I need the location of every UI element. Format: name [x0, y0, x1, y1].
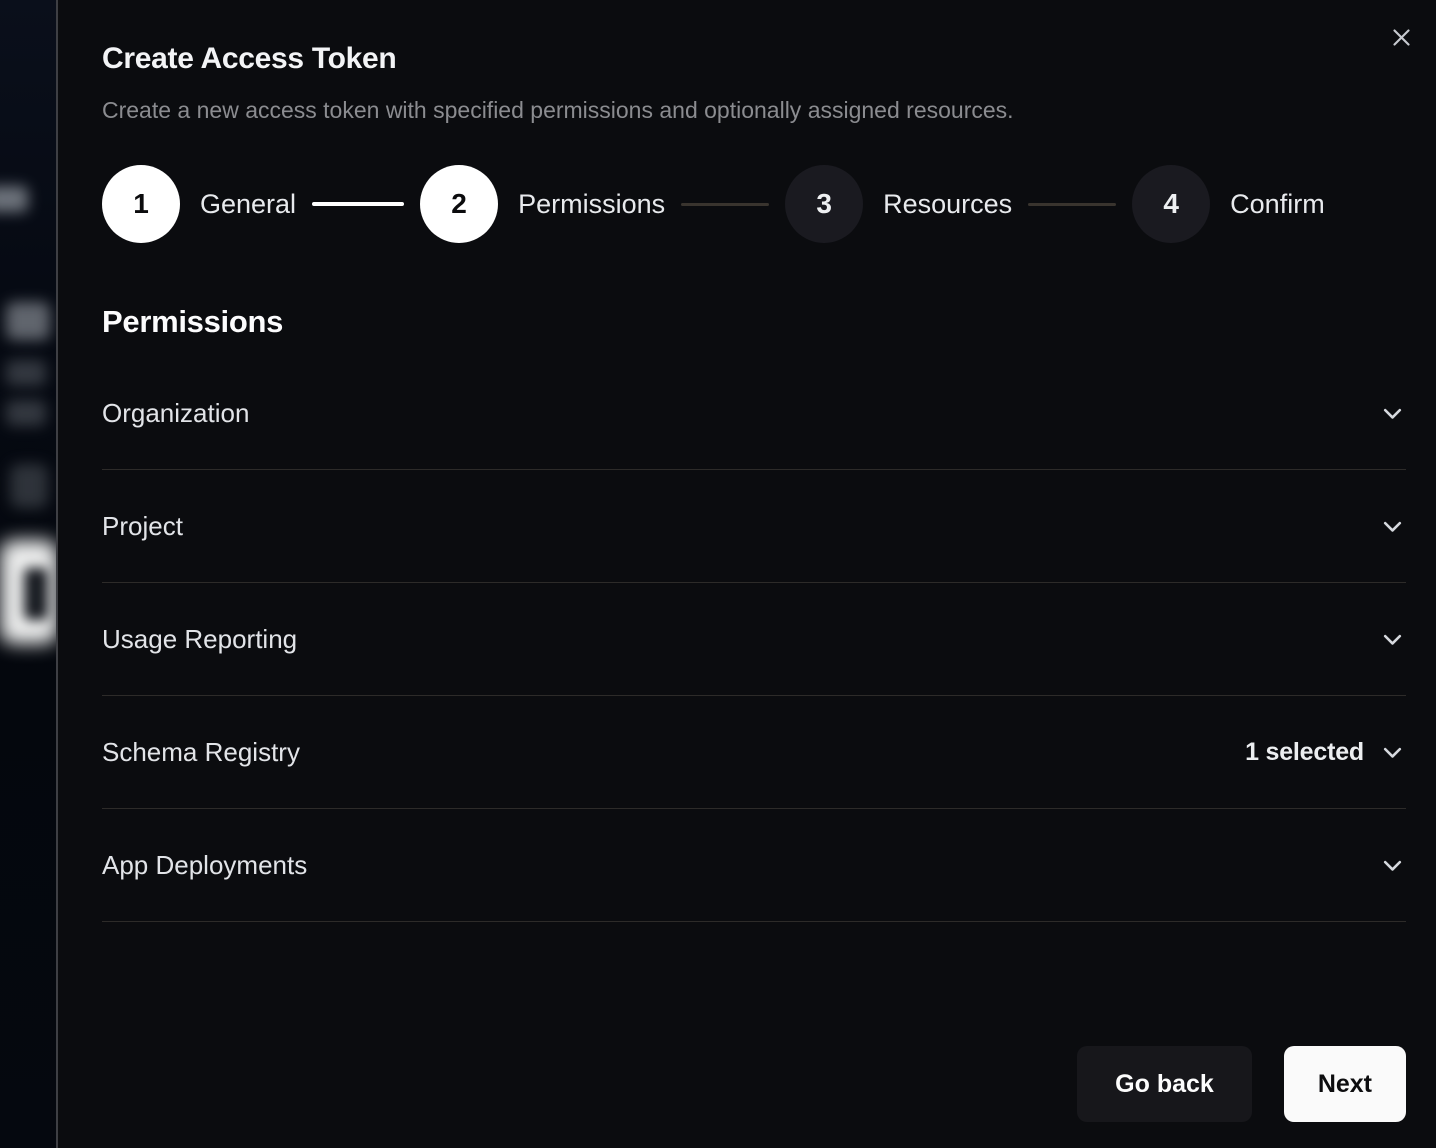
chevron-down-icon — [1379, 739, 1406, 766]
step-number-indicator: 1 — [102, 165, 180, 243]
accordion-row-schema-registry[interactable]: Schema Registry 1 selected — [102, 696, 1406, 809]
blurred-background-card-glyph — [24, 568, 48, 620]
dialog-title: Create Access Token — [102, 42, 1406, 76]
selected-count-badge: 1 selected — [1245, 738, 1364, 767]
chevron-down-icon — [1379, 852, 1406, 879]
step-connector — [1028, 203, 1116, 206]
step-general: 1 General — [102, 165, 296, 243]
accordion-row-label: App Deployments — [102, 850, 307, 881]
step-number-indicator: 4 — [1132, 165, 1210, 243]
accordion-row-label: Usage Reporting — [102, 624, 297, 655]
permissions-section-heading: Permissions — [102, 304, 1406, 340]
step-connector — [681, 203, 769, 206]
step-label: Confirm — [1230, 189, 1325, 220]
screen: Create Access Token Create a new access … — [0, 0, 1436, 1148]
blurred-background-text — [6, 360, 46, 386]
close-button[interactable] — [1386, 22, 1416, 52]
blurred-background-text — [0, 186, 28, 212]
wizard-stepper: 1 General 2 Permissions 3 Resources 4 Co… — [102, 165, 1406, 243]
step-number-indicator: 2 — [420, 165, 498, 243]
dialog-subtitle: Create a new access token with specified… — [102, 97, 1406, 124]
chevron-down-icon — [1379, 400, 1406, 427]
accordion-row-controls — [1364, 400, 1406, 427]
step-permissions: 2 Permissions — [420, 165, 665, 243]
blurred-background-icon — [10, 464, 48, 508]
step-resources: 3 Resources — [785, 165, 1012, 243]
chevron-down-icon — [1379, 513, 1406, 540]
accordion-row-usage-reporting[interactable]: Usage Reporting — [102, 583, 1406, 696]
next-button[interactable]: Next — [1284, 1046, 1406, 1122]
accordion-row-controls — [1364, 513, 1406, 540]
accordion-row-project[interactable]: Project — [102, 470, 1406, 583]
dialog-footer: Go back Next — [1077, 1046, 1406, 1122]
permissions-accordion: Organization Project Usage Reporting — [102, 357, 1406, 922]
accordion-row-organization[interactable]: Organization — [102, 357, 1406, 470]
step-number-indicator: 3 — [785, 165, 863, 243]
step-label: General — [200, 189, 296, 220]
chevron-down-icon — [1379, 626, 1406, 653]
go-back-button[interactable]: Go back — [1077, 1046, 1252, 1122]
x-icon — [1391, 27, 1412, 48]
step-connector-active — [312, 202, 404, 206]
blurred-background-text — [6, 400, 46, 426]
accordion-row-label: Project — [102, 511, 183, 542]
accordion-row-label: Organization — [102, 398, 249, 429]
step-label: Permissions — [518, 189, 665, 220]
background-page-strip — [0, 0, 56, 1148]
blurred-background-heading — [6, 302, 50, 340]
accordion-row-app-deployments[interactable]: App Deployments — [102, 809, 1406, 922]
step-confirm: 4 Confirm — [1132, 165, 1325, 243]
create-access-token-dialog: Create Access Token Create a new access … — [56, 0, 1436, 1148]
accordion-row-controls — [1364, 626, 1406, 653]
step-label: Resources — [883, 189, 1012, 220]
accordion-row-controls: 1 selected — [1245, 738, 1406, 767]
accordion-row-label: Schema Registry — [102, 737, 300, 768]
accordion-row-controls — [1364, 852, 1406, 879]
